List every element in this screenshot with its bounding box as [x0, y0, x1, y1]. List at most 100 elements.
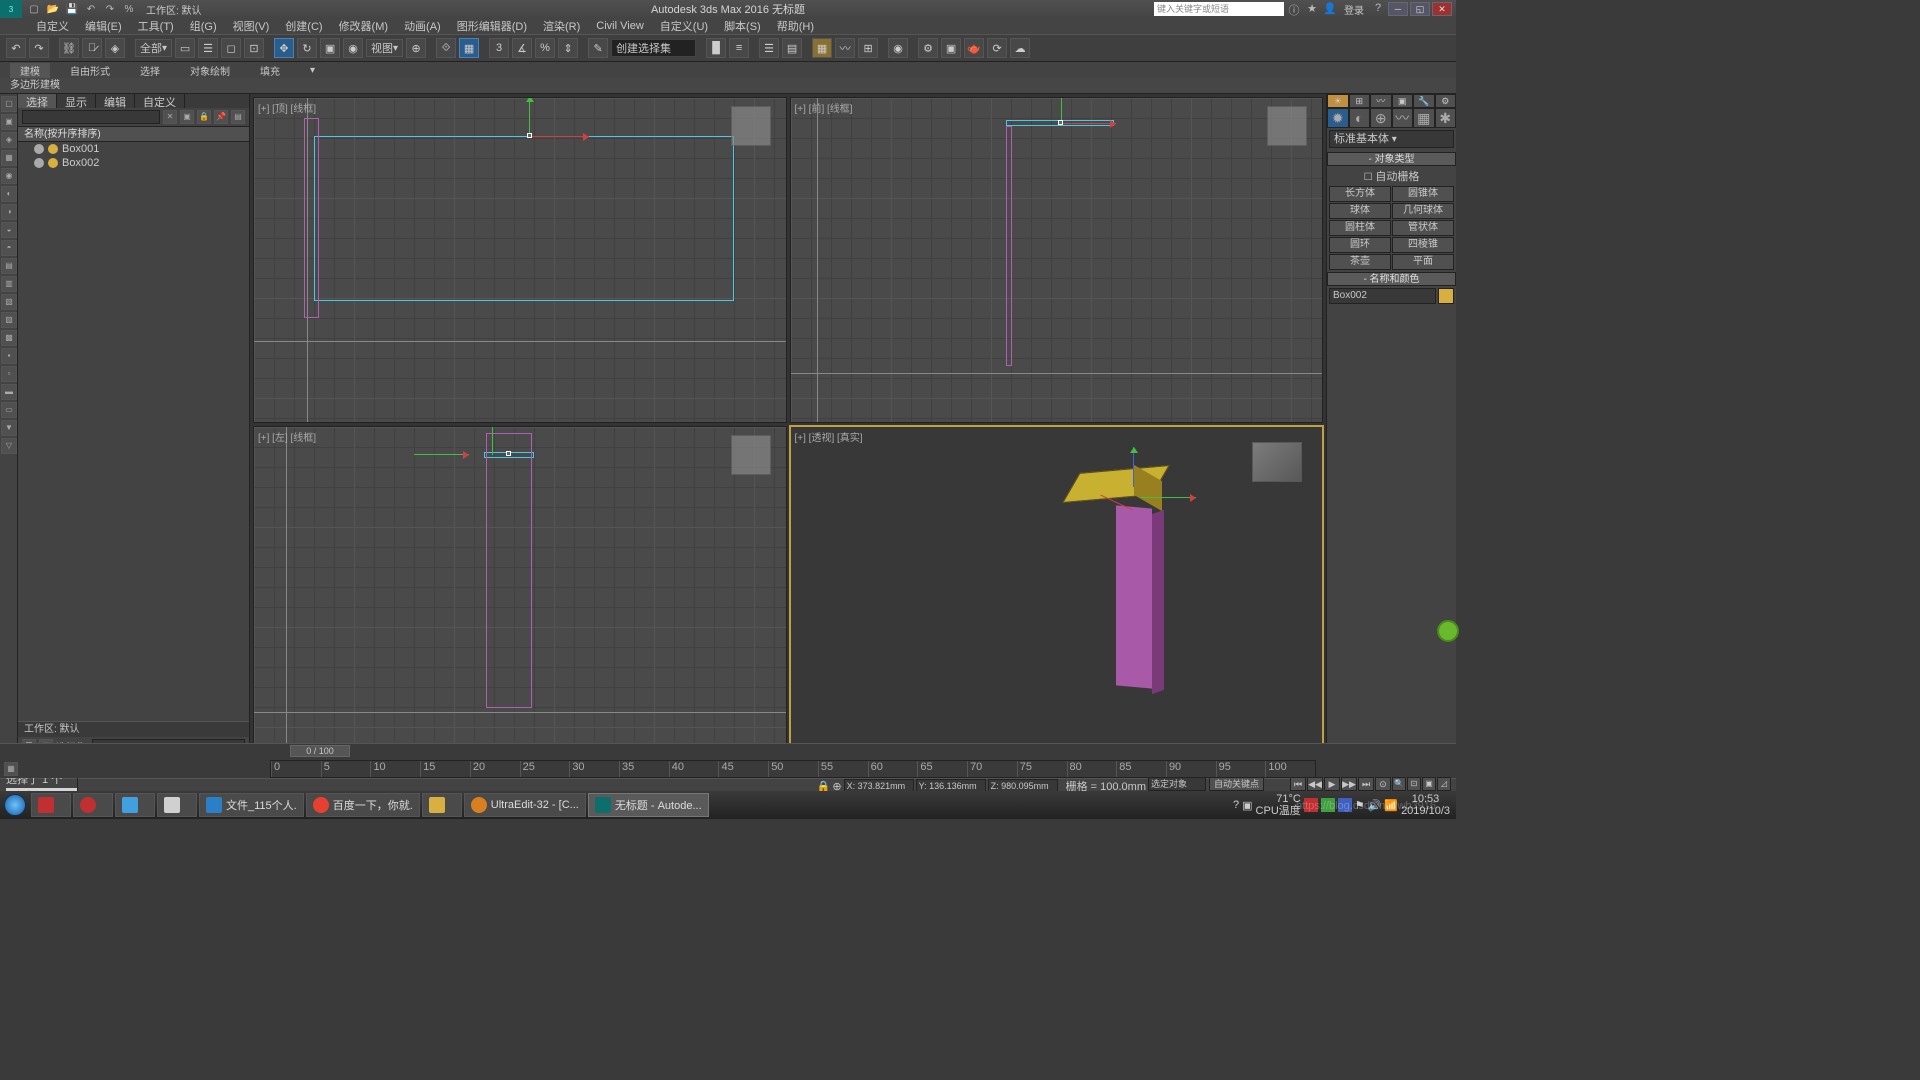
visibility-icon[interactable] — [34, 144, 44, 154]
play-btn[interactable]: ▶ — [1324, 777, 1340, 791]
task-item[interactable] — [115, 793, 155, 817]
vbtn-16[interactable]: ▫ — [1, 366, 17, 382]
viewcube-icon[interactable] — [1267, 106, 1307, 146]
vbtn-12[interactable]: ▧ — [1, 294, 17, 310]
cp-motion-icon[interactable]: 〰 — [1370, 94, 1392, 108]
se-tab-custom[interactable]: 自定义 — [135, 94, 185, 108]
freeze-icon[interactable] — [48, 144, 58, 154]
time-slider-track[interactable]: 0 / 100 — [270, 745, 1316, 759]
help-search[interactable]: 键入关键字或短语 — [1154, 2, 1284, 16]
color-swatch[interactable] — [1438, 288, 1454, 304]
object-name-input[interactable]: Box002 — [1329, 288, 1436, 304]
viewcube-icon[interactable] — [1252, 442, 1302, 482]
viewport-label[interactable]: [+] [前] [线框] — [795, 100, 853, 115]
se-search[interactable] — [22, 110, 160, 124]
percent-snap-btn[interactable]: % — [535, 38, 555, 58]
freeze-icon[interactable] — [48, 158, 58, 168]
menu-tools[interactable]: 工具(T) — [132, 18, 180, 34]
material-editor-btn[interactable]: ◉ — [888, 38, 908, 58]
curve-editor-btn[interactable]: 〰 — [835, 38, 855, 58]
vbtn-4[interactable]: ▦ — [1, 150, 17, 166]
menu-edit[interactable]: 编辑(E) — [79, 18, 128, 34]
tray-device-icon[interactable]: ▣ — [1242, 799, 1252, 812]
prim-sphere[interactable]: 球体 — [1329, 203, 1391, 219]
new-icon[interactable]: ▢ — [26, 2, 42, 16]
ribbon-tab-freeform[interactable]: 自由形式 — [60, 63, 120, 78]
redo-icon[interactable]: ↷ — [102, 2, 118, 16]
menu-graph[interactable]: 图形编辑器(D) — [451, 18, 533, 34]
minimize-button[interactable]: ─ — [1388, 2, 1408, 16]
app-logo[interactable]: 3 — [0, 0, 22, 18]
zoom-ext-btn[interactable]: ▣ — [1422, 777, 1436, 791]
select-btn[interactable]: ▭ — [175, 38, 195, 58]
cp-util-icon[interactable]: 🔧 — [1413, 94, 1435, 108]
mirror-btn[interactable]: ▐▌ — [706, 38, 726, 58]
menu-custom[interactable]: 自定义 — [30, 18, 75, 34]
unlink-btn[interactable]: ⛓̷ — [82, 38, 102, 58]
prim-pyramid[interactable]: 四棱锥 — [1392, 237, 1454, 253]
redo-btn[interactable]: ↷ — [29, 38, 49, 58]
viewcube-icon[interactable] — [731, 106, 771, 146]
task-item[interactable]: 文件_115个人. — [199, 793, 304, 817]
prev-frame-btn[interactable]: ◀◀ — [1307, 777, 1323, 791]
help-icon[interactable]: ? — [1370, 2, 1386, 16]
tray-icon[interactable] — [1304, 798, 1318, 812]
vbtn-13[interactable]: ▨ — [1, 312, 17, 328]
tray-icon[interactable] — [1321, 798, 1335, 812]
prim-plane[interactable]: 平面 — [1392, 254, 1454, 270]
modify-tab[interactable]: ◐ — [1349, 108, 1371, 128]
ribbon-pin-icon[interactable]: ▾ — [310, 65, 315, 76]
info-icon[interactable]: ⓘ — [1286, 2, 1302, 16]
vbtn-9[interactable]: ◓ — [1, 240, 17, 256]
ribbon-tab-model[interactable]: 建模 — [10, 63, 50, 78]
prim-cylinder[interactable]: 圆柱体 — [1329, 220, 1391, 236]
trackbar-cfg-icon[interactable]: ▦ — [4, 762, 18, 776]
undo-btn[interactable]: ↶ — [6, 38, 26, 58]
tray-help-icon[interactable]: ? — [1233, 799, 1239, 811]
menu-render[interactable]: 渲染(R) — [537, 18, 586, 34]
key-mode-btn[interactable]: ⊙ — [1375, 777, 1391, 791]
auto-key-button[interactable]: 自动关键点 — [1209, 777, 1264, 791]
window-crossing-btn[interactable]: ⊡ — [244, 38, 264, 58]
menu-modifiers[interactable]: 修改器(M) — [333, 18, 395, 34]
ref-coord[interactable]: 视图 ▾ — [366, 39, 403, 57]
spinner-snap-btn[interactable]: ⇕ — [558, 38, 578, 58]
vbtn-3[interactable]: ◈ — [1, 132, 17, 148]
zoom-all-btn[interactable]: ⊡ — [1407, 777, 1421, 791]
menu-script[interactable]: 脚本(S) — [718, 18, 767, 34]
prim-box[interactable]: 长方体 — [1329, 186, 1391, 202]
layer-explorer-btn[interactable]: ▤ — [782, 38, 802, 58]
close-button[interactable]: ✕ — [1432, 2, 1452, 16]
vbtn-6[interactable]: ◐ — [1, 186, 17, 202]
list-item[interactable]: Box002 — [18, 156, 249, 170]
cp-util2-icon[interactable]: ⚙ — [1435, 94, 1457, 108]
user-icon[interactable]: 👤 — [1322, 2, 1338, 16]
ribbon-toggle-btn[interactable]: ▦ — [812, 38, 832, 58]
selection-filter[interactable]: 全部 ▾ — [135, 39, 172, 57]
cp-display-icon[interactable]: ▣ — [1392, 94, 1414, 108]
vbtn-10[interactable]: ▤ — [1, 258, 17, 274]
keyboard-shortcut-btn[interactable]: ▦ — [459, 38, 479, 58]
vbtn-1[interactable]: ▢ — [1, 96, 17, 112]
save-icon[interactable]: 💾 — [64, 2, 80, 16]
menu-animation[interactable]: 动画(A) — [398, 18, 447, 34]
move-btn[interactable]: ✥ — [274, 38, 294, 58]
render-iterative-btn[interactable]: ⟳ — [987, 38, 1007, 58]
cp-hier-icon[interactable]: ⊞ — [1349, 94, 1371, 108]
task-item[interactable] — [157, 793, 197, 817]
snap-3d-btn[interactable]: 3 — [489, 38, 509, 58]
se-view-icon[interactable]: ▣ — [180, 110, 194, 124]
vbtn-17[interactable]: ▬ — [1, 384, 17, 400]
se-pin-icon[interactable]: 📌 — [214, 110, 228, 124]
prim-geosphere[interactable]: 几何球体 — [1392, 203, 1454, 219]
login-link[interactable]: 登录 — [1344, 2, 1364, 17]
visibility-icon[interactable] — [34, 158, 44, 168]
fov-btn[interactable]: ◿ — [1437, 777, 1451, 791]
vbtn-15[interactable]: ▪ — [1, 348, 17, 364]
restore-button[interactable]: ◱ — [1410, 2, 1430, 16]
se-tab-select[interactable]: 选择 — [18, 94, 57, 108]
rendered-frame-btn[interactable]: ▣ — [941, 38, 961, 58]
viewport-front[interactable]: [+] [前] [线框] — [790, 97, 1324, 423]
bind-btn[interactable]: ◈ — [105, 38, 125, 58]
category-dropdown[interactable]: 标准基本体 ▾ — [1329, 130, 1454, 148]
